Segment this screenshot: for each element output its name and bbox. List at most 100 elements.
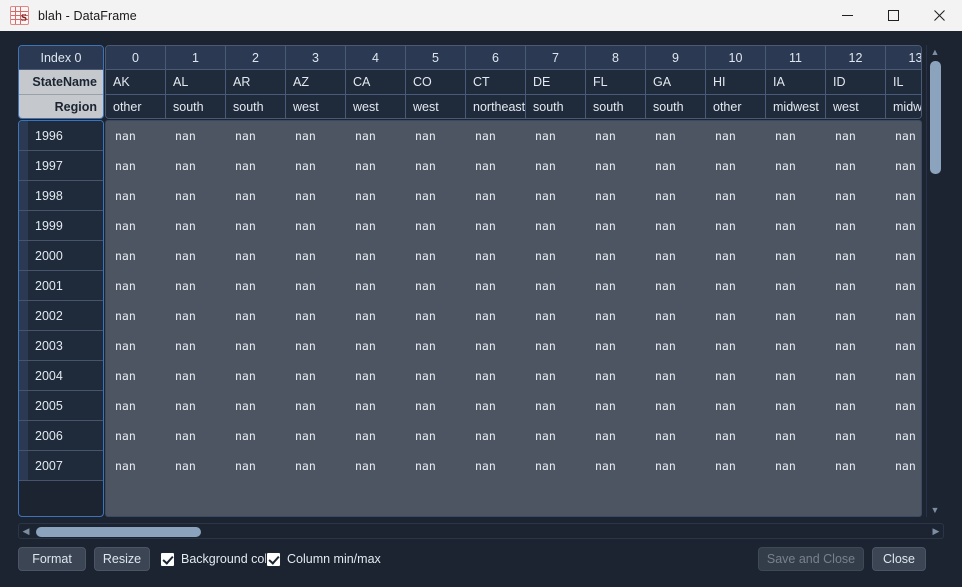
data-cell[interactable]: nan: [646, 121, 706, 151]
data-cell[interactable]: nan: [526, 361, 586, 391]
data-cell[interactable]: nan: [106, 301, 166, 331]
column-region-cell[interactable]: south: [586, 94, 646, 118]
data-cell[interactable]: nan: [886, 271, 921, 301]
data-cell[interactable]: nan: [406, 211, 466, 241]
data-cell[interactable]: nan: [406, 301, 466, 331]
data-cell[interactable]: nan: [286, 301, 346, 331]
data-cell[interactable]: nan: [646, 421, 706, 451]
data-cell[interactable]: nan: [586, 301, 646, 331]
maximize-icon[interactable]: [870, 0, 916, 31]
column-statename-cell[interactable]: AR: [226, 70, 286, 94]
data-cell[interactable]: nan: [766, 361, 826, 391]
data-cell[interactable]: nan: [166, 301, 226, 331]
close-button[interactable]: Close: [872, 547, 926, 571]
column-region-cell[interactable]: midwest: [886, 94, 921, 118]
data-cell[interactable]: nan: [766, 451, 826, 481]
data-cell[interactable]: nan: [646, 391, 706, 421]
data-cell[interactable]: nan: [766, 271, 826, 301]
column-statename-cell[interactable]: CO: [406, 70, 466, 94]
data-cell[interactable]: nan: [406, 271, 466, 301]
data-cell[interactable]: nan: [406, 361, 466, 391]
column-number-cell[interactable]: 9: [646, 46, 706, 70]
caret-left-icon[interactable]: ◀: [19, 524, 33, 538]
data-cell[interactable]: nan: [406, 391, 466, 421]
data-cell[interactable]: nan: [706, 301, 766, 331]
data-cell[interactable]: nan: [706, 211, 766, 241]
data-cell[interactable]: nan: [766, 181, 826, 211]
data-cell[interactable]: nan: [766, 121, 826, 151]
data-cell[interactable]: nan: [526, 241, 586, 271]
checkbox-icon[interactable]: [160, 551, 175, 567]
data-cell[interactable]: nan: [526, 151, 586, 181]
data-cell[interactable]: nan: [226, 451, 286, 481]
data-cell[interactable]: nan: [406, 421, 466, 451]
horizontal-scrollbar-thumb[interactable]: [36, 526, 201, 537]
data-cell[interactable]: nan: [586, 451, 646, 481]
data-cell[interactable]: nan: [886, 181, 921, 211]
column-statename-cell[interactable]: CT: [466, 70, 526, 94]
column-number-cell[interactable]: 12: [826, 46, 886, 70]
data-cell[interactable]: nan: [166, 391, 226, 421]
data-cell[interactable]: nan: [286, 181, 346, 211]
data-cell[interactable]: nan: [346, 271, 406, 301]
data-cell[interactable]: nan: [766, 331, 826, 361]
row-header-area[interactable]: 1996 1997 1998 1999 2000 2001 2002 2003 2004 2005…: [18, 120, 104, 517]
data-cell[interactable]: nan: [166, 451, 226, 481]
data-cell[interactable]: nan: [106, 211, 166, 241]
data-cell[interactable]: nan: [706, 361, 766, 391]
column-number-cell[interactable]: 10: [706, 46, 766, 70]
data-cell[interactable]: nan: [106, 421, 166, 451]
data-cell[interactable]: nan: [226, 211, 286, 241]
column-number-cell[interactable]: 3: [286, 46, 346, 70]
column-region-cell[interactable]: other: [706, 94, 766, 118]
data-cell[interactable]: nan: [466, 211, 526, 241]
row-header-cell[interactable]: 1996: [19, 121, 103, 151]
data-cell[interactable]: nan: [886, 421, 921, 451]
data-cell[interactable]: nan: [226, 151, 286, 181]
data-cell[interactable]: nan: [586, 181, 646, 211]
checkbox-icon[interactable]: [266, 551, 281, 567]
column-number-cell[interactable]: 2: [226, 46, 286, 70]
data-cell[interactable]: nan: [166, 181, 226, 211]
data-cell[interactable]: nan: [226, 121, 286, 151]
column-number-cell[interactable]: 11: [766, 46, 826, 70]
data-cell[interactable]: nan: [646, 331, 706, 361]
data-cell[interactable]: nan: [226, 331, 286, 361]
row-header-cell[interactable]: 1997: [19, 151, 103, 181]
column-region-cell[interactable]: west: [346, 94, 406, 118]
data-cell[interactable]: nan: [886, 361, 921, 391]
data-cell[interactable]: nan: [766, 421, 826, 451]
data-cell[interactable]: nan: [346, 211, 406, 241]
data-cell[interactable]: nan: [106, 391, 166, 421]
data-cell[interactable]: nan: [766, 151, 826, 181]
column-number-cell[interactable]: 1: [166, 46, 226, 70]
data-cell[interactable]: nan: [526, 451, 586, 481]
caret-right-icon[interactable]: ▶: [929, 524, 943, 538]
data-cell[interactable]: nan: [646, 151, 706, 181]
row-header-cell[interactable]: 2004: [19, 361, 103, 391]
column-statename-cell[interactable]: HI: [706, 70, 766, 94]
row-header-cell[interactable]: 2001: [19, 271, 103, 301]
column-statename-cell[interactable]: DE: [526, 70, 586, 94]
data-cell[interactable]: nan: [166, 211, 226, 241]
data-cell[interactable]: nan: [466, 421, 526, 451]
data-cell[interactable]: nan: [286, 361, 346, 391]
data-cell[interactable]: nan: [886, 211, 921, 241]
data-cell[interactable]: nan: [586, 331, 646, 361]
index-header-block[interactable]: Index 0 StateName Region: [18, 45, 104, 119]
data-cell[interactable]: nan: [286, 271, 346, 301]
format-button[interactable]: Format: [18, 547, 86, 571]
column-statename-cell[interactable]: GA: [646, 70, 706, 94]
column-region-cell[interactable]: other: [106, 94, 166, 118]
data-cell[interactable]: nan: [106, 121, 166, 151]
data-cell[interactable]: nan: [886, 121, 921, 151]
data-cell[interactable]: nan: [586, 421, 646, 451]
data-cell[interactable]: nan: [766, 301, 826, 331]
data-cell[interactable]: nan: [286, 241, 346, 271]
close-icon[interactable]: [916, 0, 962, 31]
data-cell[interactable]: nan: [826, 451, 886, 481]
data-cell[interactable]: nan: [346, 151, 406, 181]
column-number-cell[interactable]: 8: [586, 46, 646, 70]
data-cell[interactable]: nan: [706, 421, 766, 451]
data-cell[interactable]: nan: [346, 331, 406, 361]
